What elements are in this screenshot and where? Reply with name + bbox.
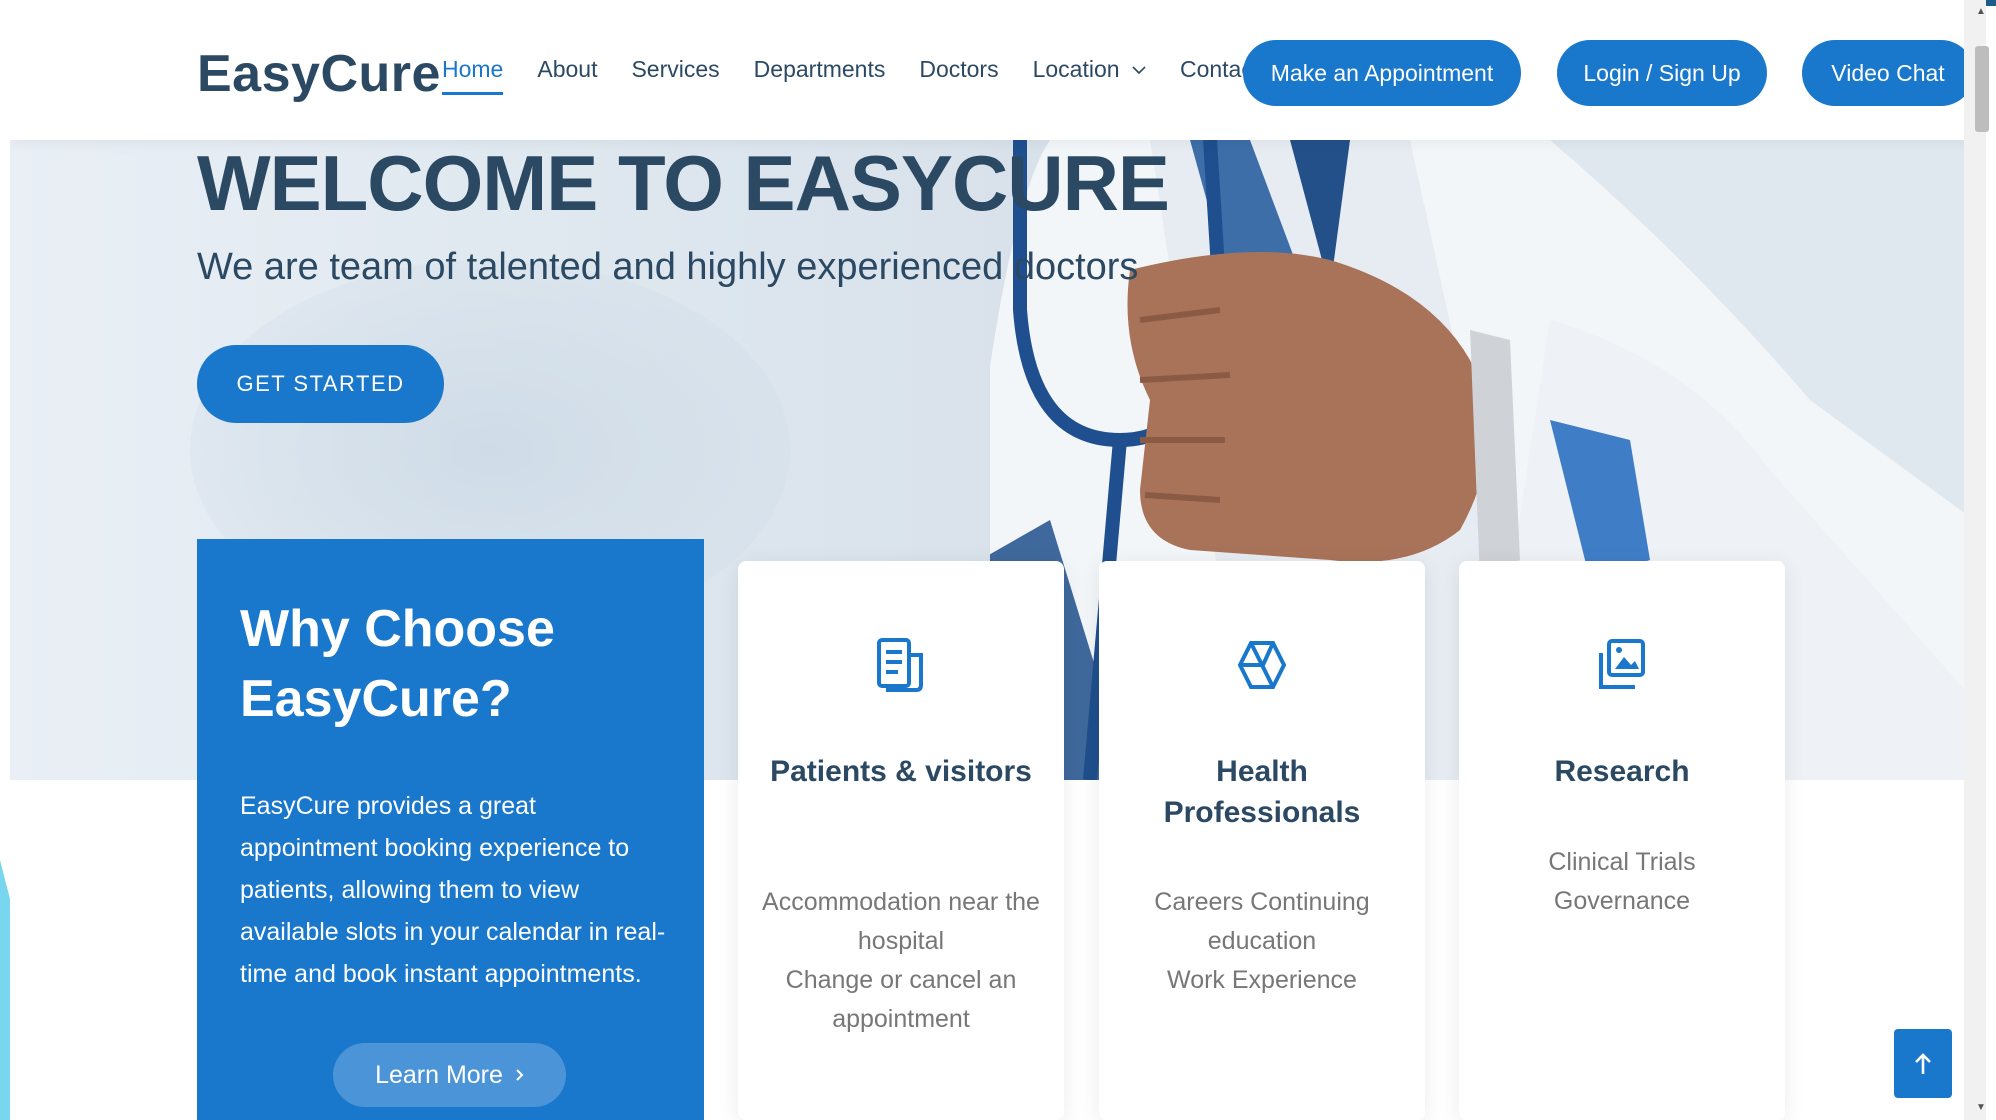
hero-subtitle: We are team of talented and highly exper… — [197, 246, 1139, 288]
document-icon — [877, 638, 923, 692]
nav-departments[interactable]: Departments — [754, 56, 886, 95]
nav-services[interactable]: Services — [631, 56, 719, 95]
why-choose-title: Why Choose EasyCure? — [240, 600, 555, 728]
nav-home[interactable]: Home — [442, 56, 504, 95]
scrollbar-thumb[interactable] — [1975, 46, 1989, 132]
card-health-professionals: Health Professionals Careers Continuing … — [1099, 561, 1425, 1120]
card-title: Research — [1554, 755, 1690, 788]
card-title: Patients & visitors — [770, 755, 1032, 788]
why-choose-text: EasyCure provides a great appointment bo… — [240, 792, 666, 988]
learn-more-label: Learn More — [375, 1060, 503, 1089]
hero-title: WELCOME TO EASYCURE — [197, 139, 1170, 227]
card-link[interactable]: Accommodation near the hospital — [758, 883, 1044, 961]
card-title: Health Professionals — [1163, 755, 1361, 829]
chevron-down-icon — [1132, 66, 1146, 75]
scroll-up-icon[interactable]: ▲ — [1976, 6, 1986, 17]
nav-location[interactable]: Location — [1033, 56, 1146, 95]
card-link[interactable]: Clinical Trials Governance — [1479, 843, 1765, 921]
why-choose-box: Why Choose EasyCure? EasyCure provides a… — [197, 539, 704, 1120]
make-appointment-button[interactable]: Make an Appointment — [1243, 40, 1521, 106]
nav-location-label: Location — [1032, 56, 1120, 82]
scroll-down-icon[interactable]: ▼ — [1976, 1102, 1986, 1113]
card-link[interactable]: Careers Continuing education — [1119, 883, 1405, 961]
arrow-up-icon — [1915, 1052, 1931, 1074]
card-patients-visitors: Patients & visitors Accommodation near t… — [738, 561, 1064, 1120]
nav-about[interactable]: About — [537, 56, 597, 95]
site-header: EasyCure Home About Services Departments… — [10, 0, 1974, 140]
card-link[interactable]: Work Experience — [1119, 961, 1405, 1000]
chevron-right-icon — [516, 1069, 524, 1081]
card-research: Research Clinical Trials Governance — [1459, 561, 1785, 1120]
back-to-top-button[interactable] — [1894, 1029, 1952, 1098]
site-logo[interactable]: EasyCure — [197, 44, 441, 104]
hexagon-icon — [1237, 641, 1287, 689]
video-chat-button[interactable]: Video Chat — [1802, 40, 1974, 106]
learn-more-button[interactable]: Learn More — [333, 1043, 566, 1107]
nav-doctors[interactable]: Doctors — [919, 56, 998, 95]
login-signup-button[interactable]: Login / Sign Up — [1557, 40, 1767, 106]
page-scrollbar[interactable] — [1964, 0, 1986, 1120]
card-link[interactable]: Change or cancel an appointment — [758, 961, 1044, 1039]
main-nav: Home About Services Departments Doctors … — [442, 56, 1293, 95]
images-icon — [1599, 639, 1645, 689]
website-viewport: EasyCure Home About Services Departments… — [10, 0, 1974, 1120]
get-started-button[interactable]: GET STARTED — [197, 345, 444, 423]
